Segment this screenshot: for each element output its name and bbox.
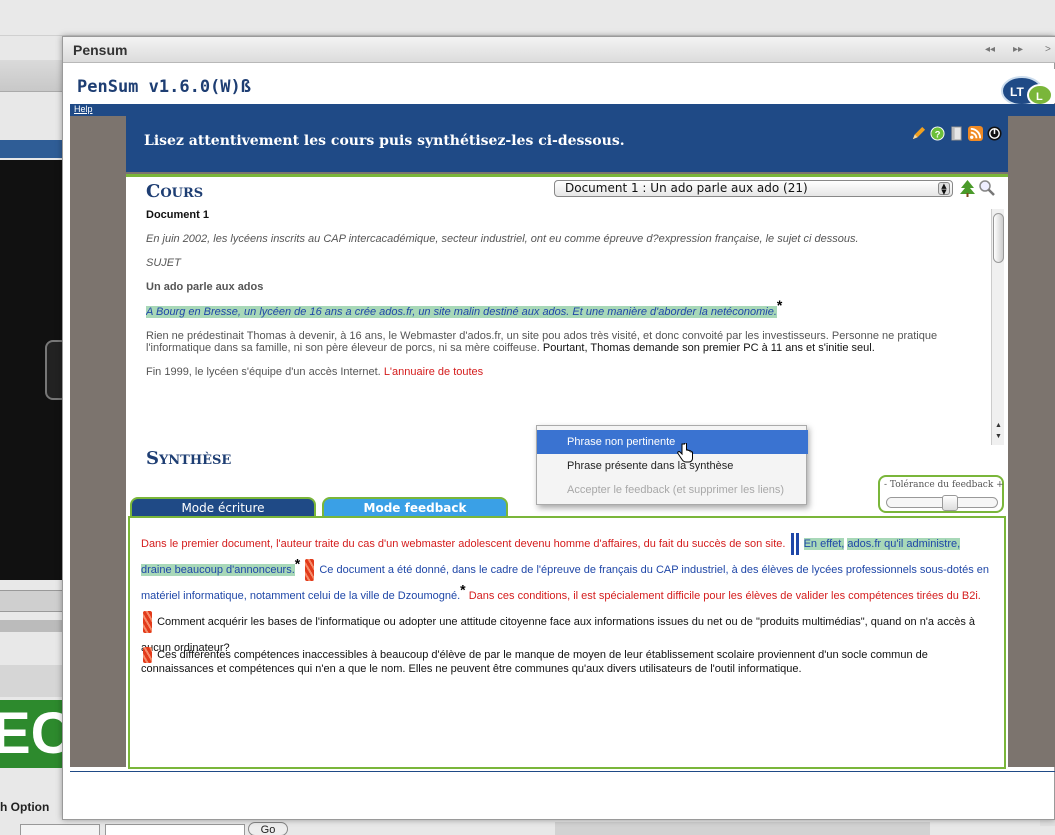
rss-icon[interactable] [968, 126, 983, 141]
synthese-sentence-6[interactable]: Ces différentes compétences inaccessible… [141, 649, 928, 675]
background-banner: EC [0, 700, 62, 768]
hand-cursor-icon [677, 443, 693, 463]
background-panel [0, 590, 62, 612]
tab-mode-feedback[interactable]: Mode feedback [322, 497, 508, 517]
star-marker: * [776, 297, 783, 313]
background-video-area [0, 160, 69, 580]
feedback-tolerance-slider: - Tolérance du feedback + [878, 475, 1004, 513]
cours-subtitle: Un ado parle aux ados [146, 281, 264, 293]
tree-icon[interactable] [959, 179, 976, 197]
cours-intro: En juin 2002, les lycéens inscrits au CA… [146, 233, 859, 245]
highlighted-sentence[interactable]: A Bourg en Bresse, un lycéen de 16 ans a… [146, 305, 777, 318]
svg-text:L: L [1036, 91, 1043, 103]
non-pertinent-marker-icon[interactable] [143, 611, 152, 634]
banner-toolbar: ? [911, 126, 1002, 141]
tolerance-knob[interactable] [942, 495, 958, 511]
background-select[interactable] [20, 824, 100, 835]
background-blue-bar [0, 140, 62, 158]
app-header: PenSum v1.6.0(W)ß [70, 69, 1055, 103]
background-go-button[interactable]: Go [248, 822, 288, 835]
menu-item-accepter-feedback[interactable]: Accepter le feedback (et supprimer les l… [537, 478, 808, 502]
cours-sujet: SUJET [146, 257, 181, 269]
scroll-down-icon[interactable]: ▼ [993, 433, 1004, 443]
document-select[interactable]: Document 1 : Un ado parle aux ado (21) ▲… [554, 180, 953, 197]
present-marker-icon[interactable] [790, 533, 799, 556]
cours-scrollbar[interactable]: ▲ ▼ [991, 209, 1004, 445]
nav-back-icon[interactable]: ◂◂ [985, 44, 995, 55]
nav-forward-icon[interactable]: ▸▸ [1013, 44, 1023, 55]
cours-last-red[interactable]: L'annuaire de toutes [384, 366, 483, 378]
cours-paragraph-black: Pourtant, Thomas demande son premier PC … [542, 341, 875, 354]
scrollbar-thumb[interactable] [993, 213, 1004, 263]
svg-text:LT: LT [1010, 85, 1024, 99]
pencil-icon[interactable] [911, 126, 926, 141]
magnifier-icon[interactable] [978, 179, 995, 197]
app-title: PenSum v1.6.0(W)ß [77, 77, 251, 97]
background-panel-3 [0, 665, 62, 697]
power-icon[interactable] [987, 126, 1002, 141]
background-input[interactable] [105, 824, 245, 835]
background-footer [555, 822, 930, 835]
cours-last-gray: Fin 1999, le lycéen s'équipe d'un accès … [146, 365, 381, 378]
tolerance-label: - Tolérance du feedback + [884, 480, 1004, 490]
document-label: Document 1 [146, 209, 209, 221]
cours-heading: Cours [146, 181, 204, 202]
svg-text:?: ? [935, 129, 941, 139]
scroll-up-icon[interactable]: ▲ [993, 422, 1004, 432]
star-marker: * [460, 581, 466, 598]
non-pertinent-marker-icon[interactable] [305, 559, 315, 582]
help-icon[interactable]: ? [930, 126, 945, 141]
window-bottom-line [70, 771, 1055, 772]
window-title: Pensum [73, 42, 128, 58]
background-banner-text: EC [0, 701, 62, 766]
select-arrows-icon: ▲ ▼ [938, 182, 950, 196]
document-select-value: Document 1 : Un ado parle aux ado (21) [565, 181, 808, 195]
help-link[interactable]: Help [74, 104, 93, 114]
menu-item-non-pertinente[interactable]: Phrase non pertinente [537, 430, 808, 454]
menu-item-presente[interactable]: Phrase présente dans la synthèse [537, 454, 808, 478]
synthese-heading: Synthèse [146, 448, 232, 469]
background-options-label: h Option [0, 800, 50, 814]
instruction-text: Lisez attentivement les cours puis synth… [144, 133, 625, 149]
window-close-icon[interactable]: > [1045, 44, 1051, 55]
instruction-banner: Lisez attentivement les cours puis synth… [126, 116, 1008, 172]
star-marker: * [294, 555, 301, 572]
non-pertinent-marker-icon[interactable] [143, 647, 152, 663]
tab-mode-ecriture[interactable]: Mode écriture [130, 497, 316, 517]
background-toolbar [0, 0, 1055, 36]
synthese-sentence-2a[interactable]: En effet, [803, 538, 845, 550]
feedback-context-menu: Phrase non pertinente Phrase présente da… [536, 425, 808, 505]
menu-bar: Help [70, 104, 1055, 116]
synthese-editor[interactable]: Dans le premier document, l'auteur trait… [128, 516, 1006, 769]
synthese-sentence-4[interactable]: Dans ces conditions, il est spécialement… [469, 590, 981, 602]
window-titlebar: Pensum ◂◂ ▸▸ > [63, 37, 1055, 63]
book-icon[interactable] [949, 126, 964, 141]
synthese-sentence-1[interactable]: Dans le premier document, l'auteur trait… [141, 538, 785, 550]
background-panel-2 [0, 620, 62, 632]
background-header-strip [0, 60, 62, 92]
